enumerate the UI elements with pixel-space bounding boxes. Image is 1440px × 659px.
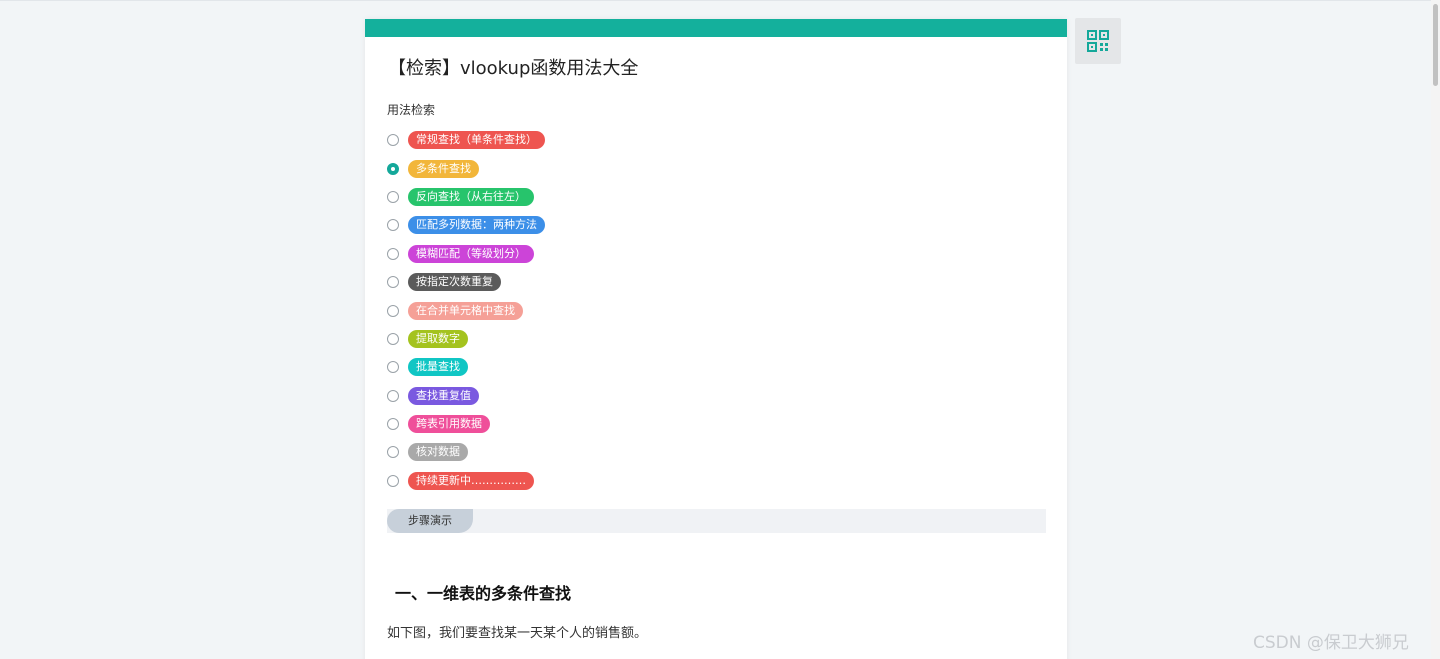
usage-option[interactable]: 查找重复值 bbox=[387, 382, 1047, 410]
card-accent-bar bbox=[365, 19, 1067, 37]
radio-button[interactable] bbox=[387, 247, 399, 260]
option-tag: 常规查找（单条件查找） bbox=[408, 131, 545, 150]
watermark: CSDN @保卫大狮兄 bbox=[1253, 633, 1409, 653]
option-tag: 多条件查找 bbox=[408, 159, 479, 178]
radio-button[interactable] bbox=[387, 134, 399, 147]
option-tag: 提取数字 bbox=[408, 329, 468, 348]
usage-option[interactable]: 在合并单元格中查找 bbox=[387, 296, 1047, 324]
radio-button[interactable] bbox=[387, 219, 399, 232]
radio-button[interactable] bbox=[387, 474, 399, 487]
option-tag: 批量查找 bbox=[408, 358, 468, 377]
top-divider bbox=[0, 0, 1440, 1]
usage-option[interactable]: 反向查找（从右往左） bbox=[387, 183, 1047, 211]
usage-option[interactable]: 多条件查找 bbox=[387, 154, 1047, 182]
option-tag: 按指定次数重复 bbox=[408, 273, 501, 292]
radio-button[interactable] bbox=[387, 190, 399, 203]
usage-option[interactable]: 模糊匹配（等级划分） bbox=[387, 240, 1047, 268]
usage-option[interactable]: 核对数据 bbox=[387, 438, 1047, 466]
step-bar: 步骤演示 bbox=[387, 509, 1046, 533]
usage-option[interactable]: 持续更新中…………… bbox=[387, 467, 1047, 495]
step-tab[interactable]: 步骤演示 bbox=[387, 509, 473, 533]
section-label: 用法检索 bbox=[387, 103, 436, 117]
option-tag: 反向查找（从右往左） bbox=[408, 187, 534, 206]
usage-option[interactable]: 按指定次数重复 bbox=[387, 268, 1047, 296]
option-tag: 查找重复值 bbox=[408, 386, 479, 405]
option-tag: 核对数据 bbox=[408, 443, 468, 462]
paragraph: 如下图，我们要查找某一天某个人的销售额。 bbox=[387, 626, 648, 641]
option-tag: 匹配多列数据：两种方法 bbox=[408, 216, 545, 235]
page: 【检索】vlookup函数用法大全 用法检索 常规查找（单条件查找） 多条件查找反… bbox=[0, 0, 1440, 659]
usage-option[interactable]: 批量查找 bbox=[387, 353, 1047, 381]
section-heading: 一、一维表的多条件查找 bbox=[395, 584, 572, 603]
radio-button[interactable] bbox=[387, 332, 399, 345]
radio-button[interactable] bbox=[387, 446, 399, 459]
radio-button[interactable] bbox=[387, 304, 399, 317]
option-tag: 在合并单元格中查找 bbox=[408, 301, 523, 320]
usage-option[interactable]: 常规查找（单条件查找） bbox=[387, 126, 1047, 154]
option-tag: 模糊匹配（等级划分） bbox=[408, 244, 534, 263]
page-title: 【检索】vlookup函数用法大全 bbox=[388, 58, 639, 79]
radio-button[interactable] bbox=[387, 162, 399, 175]
radio-button[interactable] bbox=[387, 361, 399, 374]
usage-option[interactable]: 跨表引用数据 bbox=[387, 410, 1047, 438]
scrollbar[interactable] bbox=[1431, 0, 1440, 659]
radio-button[interactable] bbox=[387, 389, 399, 402]
option-tag: 持续更新中…………… bbox=[408, 471, 534, 490]
content-card: 【检索】vlookup函数用法大全 用法检索 常规查找（单条件查找） 多条件查找反… bbox=[365, 19, 1067, 659]
usage-option[interactable]: 匹配多列数据：两种方法 bbox=[387, 211, 1047, 239]
scrollbar-thumb[interactable] bbox=[1433, 4, 1438, 86]
usage-option[interactable]: 提取数字 bbox=[387, 325, 1047, 353]
radio-button[interactable] bbox=[387, 418, 399, 431]
radio-button[interactable] bbox=[387, 276, 399, 289]
qr-code-icon bbox=[1087, 30, 1109, 52]
usage-option-list: 常规查找（单条件查找） 多条件查找反向查找（从右往左） 匹配多列数据：两种方法 模糊匹… bbox=[387, 126, 1047, 495]
qr-code-button[interactable] bbox=[1075, 18, 1121, 64]
option-tag: 跨表引用数据 bbox=[408, 415, 490, 434]
